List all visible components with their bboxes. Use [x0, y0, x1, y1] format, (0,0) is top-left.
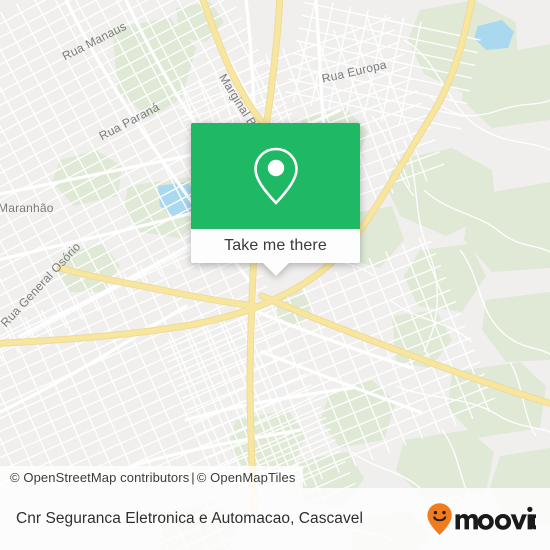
place-popup[interactable]: Take me there — [191, 123, 360, 276]
attribution-separator: | — [191, 470, 195, 485]
bottom-bar: Cnr Seguranca Eletronica e Automacao, Ca… — [0, 488, 550, 550]
place-title: Cnr Seguranca Eletronica e Automacao, Ca… — [16, 510, 363, 527]
map-label-maranhao: Maranhão — [0, 201, 54, 215]
attribution-osm[interactable]: © OpenStreetMap contributors — [10, 470, 189, 485]
take-me-there-button[interactable]: Take me there — [191, 229, 360, 263]
moovit-smiley-pin-logo-icon — [426, 502, 536, 536]
map-pin-icon — [250, 145, 302, 207]
moovit-logo[interactable] — [426, 502, 536, 536]
take-me-there-label: Take me there — [224, 237, 327, 254]
map-attribution: © OpenStreetMap contributors | © OpenMapTi… — [0, 466, 304, 489]
map-screen: Rua Manaus Rua Paraná Marginal BR-467 Ru… — [0, 0, 550, 550]
popup-pointer — [262, 263, 289, 276]
attribution-openmaptiles[interactable]: © OpenMapTiles — [197, 470, 296, 485]
popup-icon-area — [191, 123, 360, 229]
